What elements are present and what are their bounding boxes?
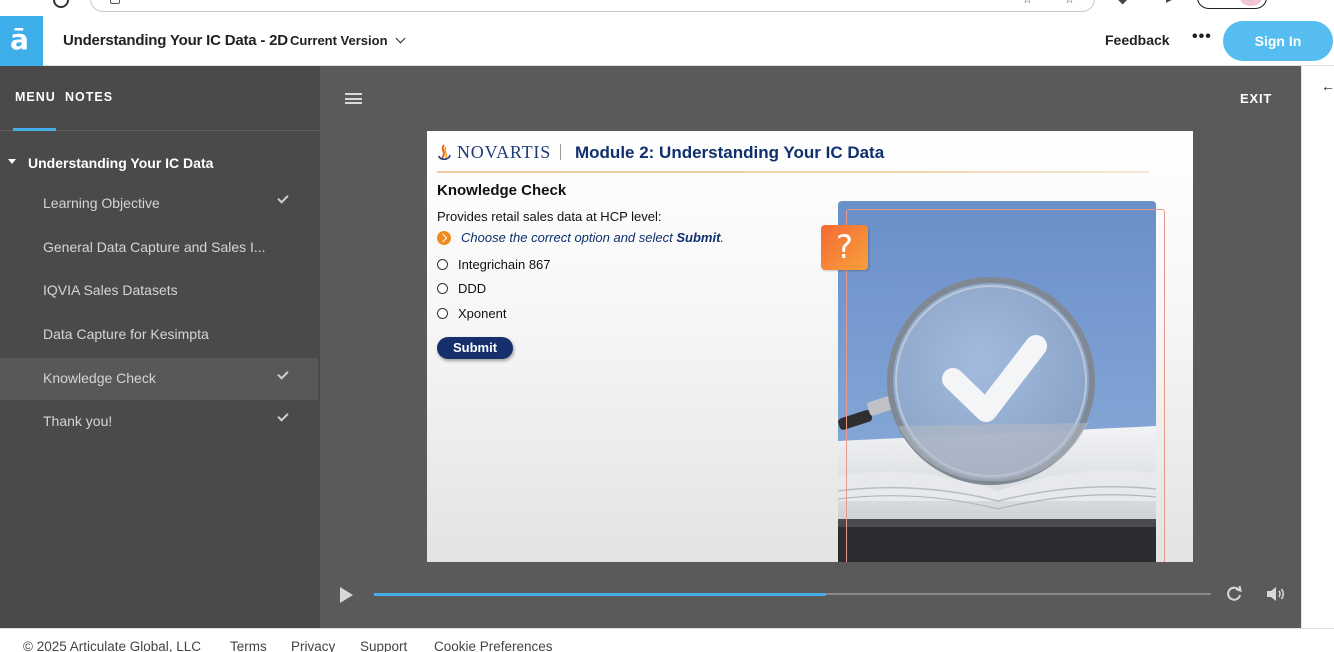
- volume-icon[interactable]: [1266, 586, 1286, 602]
- instruction-text: Choose the correct option and select Sub…: [461, 230, 724, 245]
- sign-in-button[interactable]: Sign In: [1223, 21, 1333, 61]
- logo-glyph: ā: [10, 23, 29, 56]
- zoom-icon[interactable]: ☆: [1022, 0, 1036, 6]
- novartis-logo: NOVARTIS: [437, 142, 551, 163]
- exit-button[interactable]: EXIT: [1240, 91, 1272, 106]
- answer-option-label: Integrichain 867: [458, 257, 551, 272]
- answer-option-integrichain[interactable]: Integrichain 867: [437, 257, 551, 272]
- media-icon[interactable]: ▸: [1166, 0, 1180, 6]
- checkmark-icon: [277, 368, 289, 380]
- answer-option-label: Xponent: [458, 306, 507, 321]
- active-tab-indicator: [13, 128, 56, 131]
- arrow-right-circle-icon: [437, 230, 451, 245]
- novartis-flame-icon: [438, 143, 451, 160]
- hamburger-menu-icon[interactable]: [345, 93, 362, 104]
- browser-toolbar: ☆ ☆ ◆ ▸: [0, 0, 1334, 16]
- play-icon[interactable]: [340, 587, 353, 603]
- copyright-text: © 2025 Articulate Global, LLC: [23, 639, 202, 652]
- knowledge-check-heading: Knowledge Check: [437, 182, 567, 199]
- caret-down-icon: [8, 159, 16, 164]
- address-bar[interactable]: [90, 0, 1095, 12]
- right-panel: ←: [1301, 66, 1334, 628]
- radio-button[interactable]: [437, 308, 448, 319]
- question-text: Provides retail sales data at HCP level:: [437, 209, 662, 224]
- sidebar-item-label: Learning Objective: [43, 195, 160, 211]
- tab-menu[interactable]: MENU: [15, 90, 56, 104]
- sidebar-item-knowledge-check[interactable]: Knowledge Check: [0, 358, 318, 400]
- instruction-emphasis: Submit: [676, 230, 721, 245]
- sidebar-item-general-data-capture[interactable]: General Data Capture and Sales I...: [0, 226, 318, 268]
- sidebar-item-label: Data Capture for Kesimpta: [43, 326, 209, 342]
- sidebar-item-thank-you[interactable]: Thank you!: [0, 400, 318, 442]
- version-dropdown[interactable]: Current Version: [290, 33, 405, 48]
- arrow-left-icon[interactable]: ←: [1321, 78, 1334, 94]
- replay-icon[interactable]: [1226, 585, 1243, 602]
- sidebar-item-data-capture-kesimpta[interactable]: Data Capture for Kesimpta: [0, 313, 318, 355]
- brand-divider: [560, 144, 561, 160]
- sidebar-item-label: Knowledge Check: [43, 370, 156, 386]
- checkmark-icon: [277, 410, 289, 422]
- more-options-icon[interactable]: •••: [1192, 28, 1212, 46]
- progress-bar-fill: [374, 592, 826, 596]
- sidebar-section-title: Understanding Your IC Data: [28, 155, 214, 171]
- course-sidebar: MENU NOTES Understanding Your IC Data Le…: [0, 66, 320, 628]
- footer-link-privacy[interactable]: Privacy: [291, 639, 335, 652]
- radio-button[interactable]: [437, 283, 448, 294]
- radio-button[interactable]: [437, 259, 448, 270]
- decorative-frame: [846, 209, 1165, 562]
- module-title: Module 2: Understanding Your IC Data: [575, 143, 885, 162]
- extensions-icon[interactable]: ◆: [1118, 0, 1132, 6]
- brand-name: NOVARTIS: [457, 142, 552, 162]
- instruction-prefix: Choose the correct option and select: [461, 230, 677, 245]
- footer-link-support[interactable]: Support: [360, 639, 407, 652]
- sidebar-section-toggle[interactable]: Understanding Your IC Data: [0, 150, 320, 174]
- instruction-suffix: .: [720, 230, 725, 245]
- course-player: EXIT NOVARTIS Module 2: Understanding Yo…: [320, 66, 1301, 628]
- sidebar-item-label: General Data Capture and Sales I...: [43, 239, 266, 255]
- feedback-button[interactable]: Feedback: [1105, 32, 1170, 48]
- sidebar-tabs: MENU NOTES: [0, 66, 320, 131]
- app-header: ā Understanding Your IC Data - 2D Curren…: [0, 16, 1334, 66]
- reload-icon[interactable]: [53, 0, 69, 8]
- question-mark-icon: ?: [821, 225, 868, 270]
- version-label: Current Version: [290, 33, 388, 48]
- course-title: Understanding Your IC Data - 2D: [63, 32, 288, 49]
- submit-button[interactable]: Submit: [437, 337, 513, 359]
- answer-option-ddd[interactable]: DDD: [437, 281, 486, 296]
- bookmark-star-icon[interactable]: ☆: [1064, 0, 1078, 6]
- sidebar-item-label: IQVIA Sales Datasets: [43, 282, 178, 298]
- sidebar-item-label: Thank you!: [43, 413, 113, 429]
- footer-link-cookie-preferences[interactable]: Cookie Preferences: [434, 639, 553, 652]
- slide-canvas: NOVARTIS Module 2: Understanding Your IC…: [427, 131, 1193, 562]
- header-rule: [437, 171, 1149, 173]
- site-info-icon[interactable]: [110, 0, 120, 4]
- page-footer: © 2025 Articulate Global, LLC Terms Priv…: [0, 628, 1334, 652]
- sidebar-item-learning-objective[interactable]: Learning Objective: [0, 182, 318, 224]
- checkmark-icon: [277, 192, 289, 204]
- sidebar-item-iqvia-sales-datasets[interactable]: IQVIA Sales Datasets: [0, 269, 318, 311]
- answer-option-label: DDD: [458, 281, 487, 296]
- footer-link-terms[interactable]: Terms: [230, 639, 267, 652]
- articulate-logo[interactable]: ā: [0, 16, 43, 66]
- answer-option-xponent[interactable]: Xponent: [437, 306, 506, 321]
- progress-bar[interactable]: [374, 592, 1211, 596]
- tab-notes[interactable]: NOTES: [65, 90, 113, 104]
- chevron-down-icon: [395, 33, 405, 44]
- instruction: Choose the correct option and select Sub…: [437, 230, 724, 245]
